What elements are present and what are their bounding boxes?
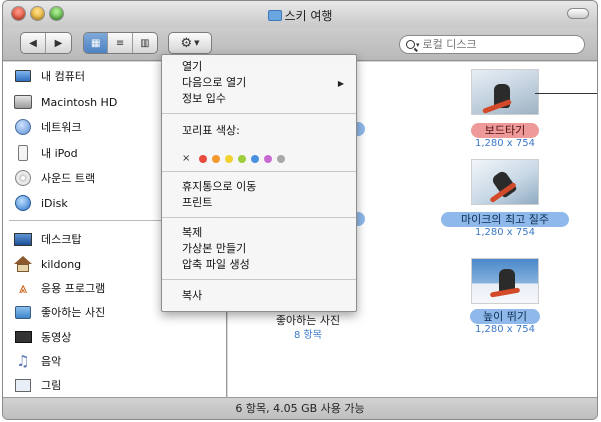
forward-button[interactable]: ▶ (46, 33, 71, 53)
label-color-yellow[interactable] (225, 154, 234, 163)
label-color-blue[interactable] (251, 154, 260, 163)
label-color-green[interactable] (238, 154, 247, 163)
folder-icon (267, 10, 282, 21)
search-icon (406, 40, 415, 49)
ipod-icon (13, 144, 33, 162)
network-globe-icon (13, 118, 33, 136)
file-dimensions: 1,280 x 754 (475, 324, 535, 335)
title-bar[interactable]: 스키 여행 (3, 1, 597, 27)
context-menu: 열기 다음으로 열기 ▶ 정보 입수 꼬리표 색상: × 휴지통으로 이동 프린… (161, 54, 357, 312)
menu-item-print[interactable]: 프린트 (182, 195, 212, 211)
home-icon (13, 255, 33, 273)
sidebar-item-pictures[interactable]: 그림 (13, 374, 61, 396)
icon-view-button[interactable]: ▦ (84, 33, 109, 53)
column-view-icon: ▥ (140, 37, 150, 49)
menu-item-duplicate[interactable]: 복제 (182, 225, 202, 241)
label-color-purple[interactable] (264, 154, 273, 163)
sidebar-item-network[interactable]: 네트워크 (13, 116, 81, 138)
gear-icon: ⚙ (180, 35, 193, 51)
clear-label-button[interactable]: × (182, 153, 190, 164)
file-name-label[interactable]: 마이크의 최고 질주 (441, 212, 569, 227)
sidebar-item-soundtrack[interactable]: 사운드 트랙 (13, 167, 95, 189)
icon-view-icon: ▦ (90, 37, 101, 49)
label-color-red[interactable] (199, 154, 208, 163)
file-name-label[interactable]: 보드타기 (471, 123, 539, 138)
movies-icon (13, 328, 33, 346)
sidebar-item-idisk[interactable]: iDisk (13, 192, 68, 214)
pictures-folder-icon (13, 303, 33, 321)
label-color-picker: × (182, 153, 286, 164)
sidebar-item-desktop[interactable]: 데스크탑 (13, 228, 81, 250)
sidebar-item-computer[interactable]: 내 컴퓨터 (13, 65, 85, 87)
chevron-down-icon: ▼ (194, 39, 200, 47)
favorites-folder-count: 8 항목 (294, 330, 322, 341)
menu-item-compress[interactable]: 압축 파일 생성 (182, 257, 250, 273)
idisk-icon (13, 194, 33, 212)
menu-separator (162, 113, 356, 114)
forward-arrow-icon: ▶ (54, 37, 63, 49)
file-thumbnail[interactable] (471, 258, 539, 304)
sidebar-item-ipod[interactable]: 내 iPod (13, 142, 78, 164)
hard-drive-icon (13, 93, 33, 111)
menu-separator (162, 171, 356, 172)
applications-icon: ⩓ (18, 279, 28, 297)
file-dimensions: 1,280 x 754 (475, 227, 535, 238)
menu-label-colors-heading: 꼬리표 색상: (182, 124, 240, 137)
window-title: 스키 여행 (3, 7, 597, 24)
menu-item-get-info[interactable]: 정보 입수 (182, 91, 226, 107)
menu-item-make-alias[interactable]: 가상본 만들기 (182, 241, 246, 257)
desktop-icon (13, 230, 33, 248)
list-view-button[interactable]: ≡ (108, 33, 133, 53)
menu-item-open[interactable]: 열기 (182, 59, 202, 75)
file-dimensions: 1,280 x 754 (475, 138, 535, 149)
list-view-icon: ≡ (115, 37, 125, 49)
sidebar-item-movies[interactable]: 동영상 (13, 326, 71, 348)
computer-icon (13, 67, 33, 85)
menu-item-open-with[interactable]: 다음으로 열기 (182, 75, 352, 91)
sidebar-item-applications[interactable]: ⩓ 응용 프로그램 (13, 277, 105, 299)
search-options-chevron-icon[interactable]: ▾ (416, 41, 420, 49)
file-name-label[interactable]: 높이 뛰기 (470, 309, 540, 324)
label-color-orange[interactable] (212, 154, 221, 163)
toolbar-toggle-button[interactable] (567, 8, 589, 19)
menu-item-copy[interactable]: 복사 (182, 288, 202, 304)
cd-icon (13, 169, 33, 187)
hidden-label-peek (357, 122, 365, 136)
finder-window: 스키 여행 ◀ ▶ ▦ ≡ ▥ ⚙ ▼ ▾ 내 컴퓨터 Macin (2, 0, 598, 420)
music-icon: ♫ (16, 352, 30, 370)
action-menu-button[interactable]: ⚙ ▼ (168, 32, 212, 54)
search-input[interactable] (422, 38, 573, 51)
back-button[interactable]: ◀ (21, 33, 47, 53)
menu-separator (162, 217, 356, 218)
sidebar-item-macintosh-hd[interactable]: Macintosh HD (13, 91, 117, 113)
menu-item-move-to-trash[interactable]: 휴지통으로 이동 (182, 179, 256, 195)
back-arrow-icon: ◀ (29, 37, 37, 49)
view-mode-buttons: ▦ ≡ ▥ (83, 32, 158, 54)
column-view-button[interactable]: ▥ (133, 33, 157, 53)
submenu-arrow-icon: ▶ (337, 79, 344, 88)
status-bar: 6 항목, 4.05 GB 사용 가능 (3, 397, 597, 419)
sidebar-item-kildong[interactable]: kildong (13, 253, 81, 275)
picture-frame-icon (13, 376, 33, 394)
sidebar-item-favorite-pictures[interactable]: 좋아하는 사진 (13, 301, 105, 323)
menu-separator (162, 279, 356, 280)
hidden-label-peek (357, 212, 365, 226)
search-field[interactable]: ▾ (399, 35, 585, 54)
file-thumbnail[interactable] (471, 159, 539, 205)
label-color-gray[interactable] (277, 154, 286, 163)
back-forward-buttons: ◀ ▶ (20, 32, 72, 54)
file-thumbnail[interactable] (471, 69, 539, 115)
pointer-line (535, 93, 597, 94)
sidebar-item-music[interactable]: ♫ 음악 (13, 350, 61, 372)
